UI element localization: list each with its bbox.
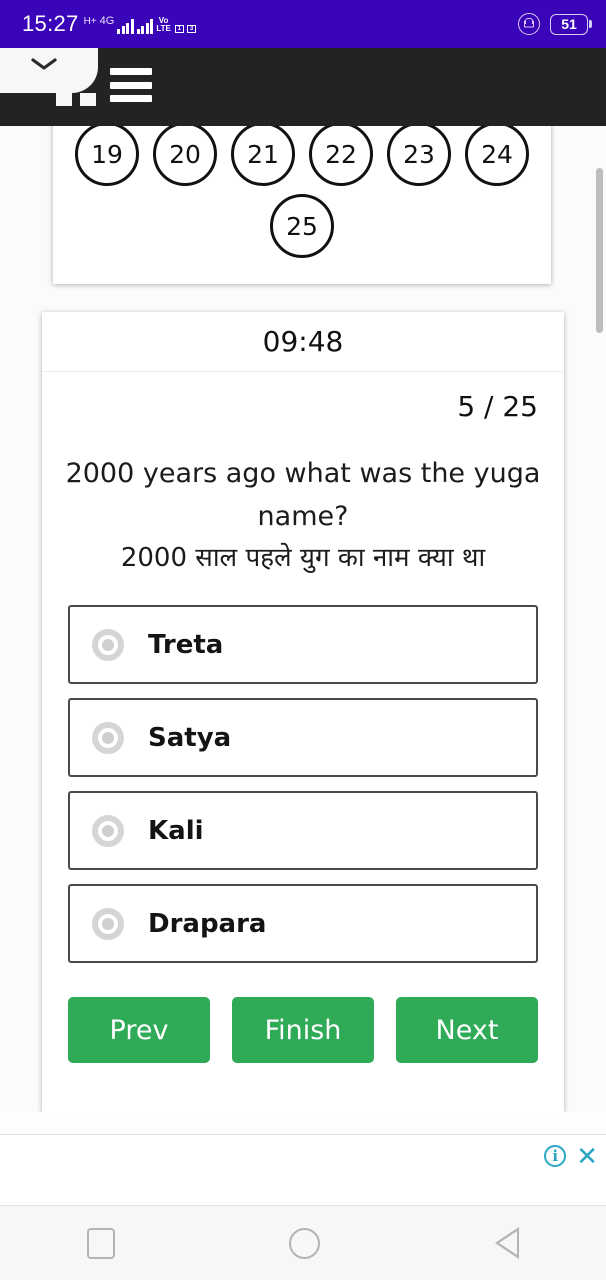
option-label: Kali (148, 815, 204, 846)
sim-badge-2: 3 (187, 24, 197, 33)
next-button[interactable]: Next (396, 997, 538, 1064)
radio-button-icon[interactable] (92, 907, 124, 940)
sim-badge-1: 1 (174, 24, 184, 33)
vertical-scrollbar[interactable] (596, 168, 603, 333)
hplus-label: H+ (83, 15, 97, 27)
palette-number-19[interactable]: 19 (75, 126, 139, 186)
floating-panel-feet (56, 93, 110, 106)
palette-number-21[interactable]: 21 (231, 126, 295, 186)
option-drapara[interactable]: Drapara (68, 884, 538, 964)
battery-indicator: 51 (550, 13, 588, 35)
question-text-english: 2000 years ago what was the yuga name? (65, 458, 541, 532)
home-circle-icon[interactable] (289, 1227, 321, 1259)
status-bar-right: 51 (518, 13, 588, 35)
option-satya[interactable]: Satya (68, 698, 538, 778)
battery-level-label: 51 (561, 16, 577, 32)
finish-button[interactable]: Finish (232, 997, 374, 1064)
recents-square-icon[interactable] (87, 1227, 116, 1259)
palette-number-20[interactable]: 20 (153, 126, 217, 186)
back-triangle-icon[interactable] (494, 1227, 519, 1259)
radio-button-icon[interactable] (92, 814, 124, 847)
palette-row-2: 25 (53, 194, 551, 258)
signal-bars-icon-2 (136, 18, 154, 34)
palette-row-1: 19 20 21 22 23 24 (53, 126, 551, 186)
4g-label: 4G (99, 14, 115, 27)
option-label: Satya (148, 722, 232, 753)
ad-banner[interactable]: i ✕ (0, 1134, 606, 1206)
scroll-content[interactable]: 19 20 21 22 23 24 25 09:48 5 / 25 2000 y… (0, 126, 606, 1112)
signal-bars-icon-1 (117, 18, 134, 34)
ad-close-icon[interactable]: ✕ (574, 1143, 600, 1169)
status-bar: 15:27 H+ 4G Vo LTE 1 3 51 (0, 0, 606, 48)
question-palette-card: 19 20 21 22 23 24 25 (53, 126, 551, 284)
volte-bottom-label: LTE (156, 23, 171, 33)
ad-info-icon[interactable]: i (544, 1145, 567, 1167)
radio-button-icon[interactable] (92, 628, 124, 661)
palette-number-25[interactable]: 25 (270, 194, 334, 258)
option-treta[interactable]: Treta (68, 605, 538, 685)
option-kali[interactable]: Kali (68, 791, 538, 871)
option-label: Drapara (148, 908, 267, 939)
ad-banner-controls: i ✕ (544, 1143, 600, 1169)
hamburger-menu-icon[interactable] (110, 68, 152, 102)
question-text-hindi: 2000 साल पहले युग का नाम क्या था (120, 543, 486, 574)
palette-number-24[interactable]: 24 (465, 126, 529, 186)
question-counter: 5 / 25 (457, 390, 538, 423)
prev-button[interactable]: Prev (68, 997, 210, 1064)
android-navigation-bar (0, 1206, 606, 1280)
option-label: Treta (148, 629, 224, 660)
status-bar-left: 15:27 H+ 4G Vo LTE 1 3 (22, 10, 197, 36)
palette-number-22[interactable]: 22 (309, 126, 373, 186)
question-text: 2000 years ago what was the yuga name? 2… (42, 453, 564, 579)
floating-collapse-panel[interactable] (0, 48, 98, 93)
status-clock: 15:27 (22, 10, 79, 36)
volte-icon: Vo LTE (156, 16, 171, 34)
palette-number-23[interactable]: 23 (387, 126, 451, 186)
sim-badges: 1 3 (174, 24, 197, 34)
quiz-action-buttons: Prev Finish Next (42, 997, 564, 1064)
question-card: 09:48 5 / 25 2000 years ago what was the… (42, 312, 564, 1112)
phone-screen: 15:27 H+ 4G Vo LTE 1 3 51 19 20 21 22 23… (0, 0, 606, 1280)
quiz-timer: 09:48 (42, 312, 564, 372)
chevron-down-icon (31, 58, 57, 70)
answer-options-list: Treta Satya Kali Drapara (42, 605, 564, 964)
radio-button-icon[interactable] (92, 721, 124, 754)
rotation-lock-icon (518, 13, 540, 35)
network-indicators: H+ 4G Vo LTE 1 3 (83, 14, 197, 36)
